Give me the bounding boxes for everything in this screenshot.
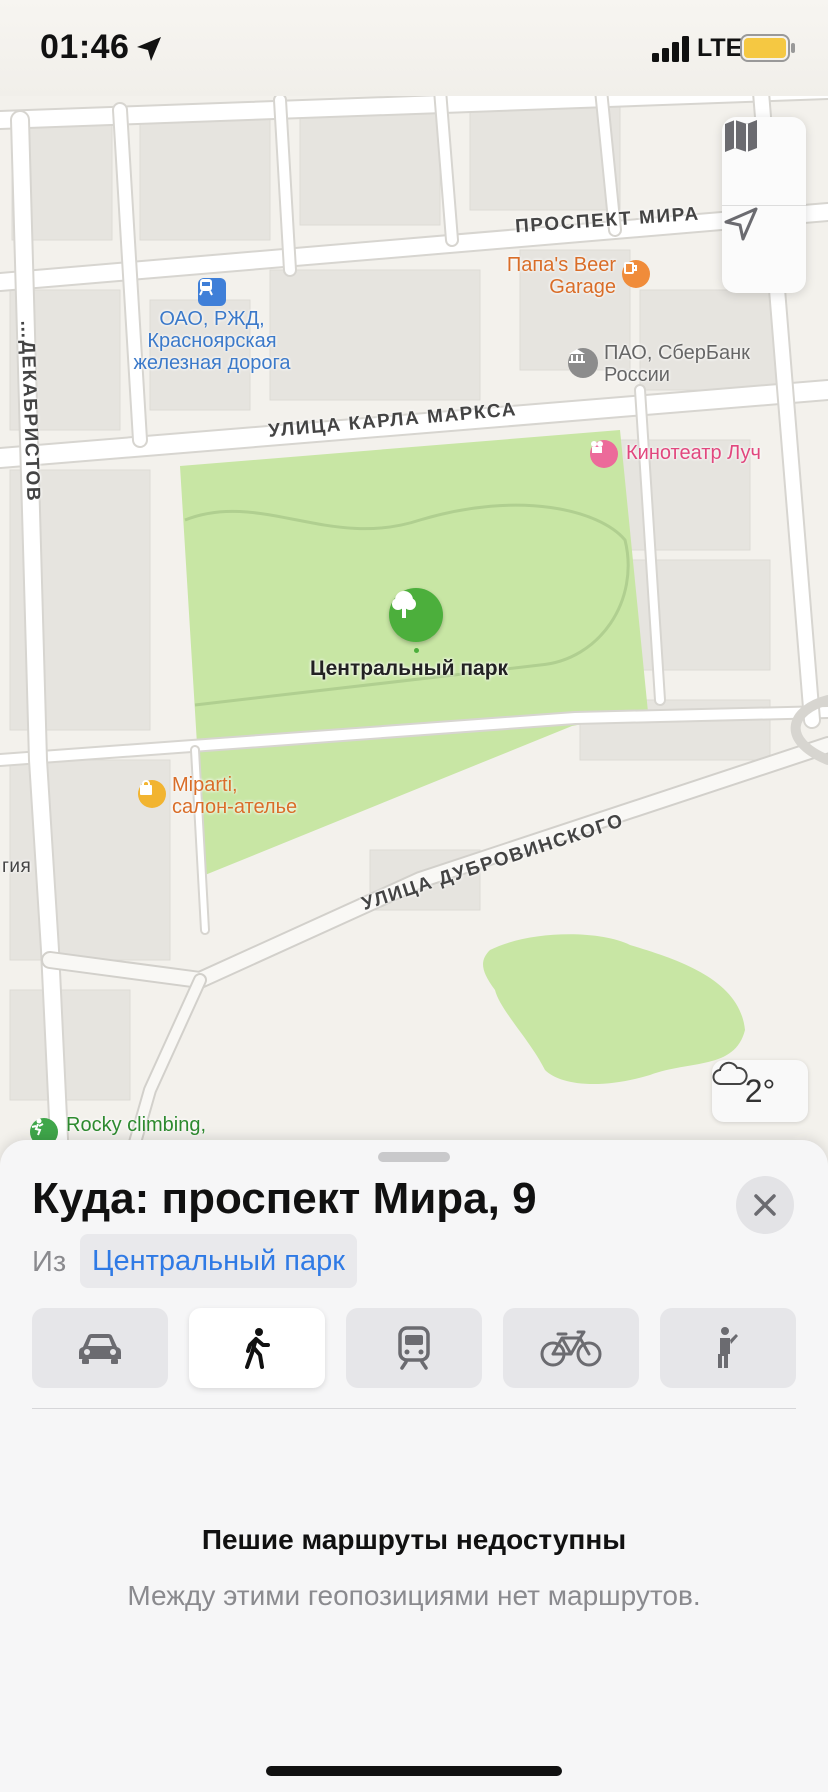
poi-sberbank-label[interactable]: ПАО, СберБанк России (604, 342, 750, 386)
poi-miparti-line-1: Miparti, (172, 774, 238, 796)
directions-sheet[interactable]: Куда: проспект Мира, 9 Из Центральный па… (0, 1140, 828, 1792)
street-label-partial: гия (2, 856, 32, 877)
network-type: LTE (697, 34, 743, 62)
rideshare-icon (718, 1327, 738, 1368)
train-icon (398, 1326, 430, 1370)
no-routes-title: Пешие маршруты недоступны (201, 1524, 627, 1555)
poi-rocky-label[interactable]: Rocky climbing, (66, 1114, 206, 1136)
poi-rzd-label[interactable]: ОАО, РЖД, Красноярская железная дорога (124, 308, 300, 374)
status-bar: 01:46 LTE (0, 0, 828, 96)
poi-cinema-label[interactable]: Кинотеатр Луч (626, 442, 761, 464)
mode-cycle-button[interactable] (503, 1308, 639, 1388)
poi-sberbank-line-2: России (604, 364, 670, 386)
battery-icon (740, 34, 795, 62)
close-button[interactable] (736, 1176, 794, 1234)
poi-papas-beer-line-2: Garage (549, 276, 616, 298)
poi-miparti-label[interactable]: Miparti, салон-ателье (172, 774, 297, 818)
poi-miparti-line-2: салон-ателье (172, 796, 298, 818)
destination-title: Куда: проспект Мира, 9 (32, 1174, 537, 1223)
map-view[interactable]: ПРОСПЕКТ МИРА УЛИЦА КАРЛА МАРКСА УЛИЦА Д… (0, 0, 828, 1160)
poi-rzd-line-2: Красноярская (147, 330, 277, 352)
map-controls (722, 117, 806, 293)
current-location-button[interactable] (722, 205, 806, 293)
home-indicator[interactable] (266, 1766, 562, 1776)
sheet-grabber[interactable] (378, 1152, 450, 1162)
shopping-bag-icon[interactable] (138, 780, 166, 808)
from-label: Из (32, 1246, 67, 1278)
sheet-divider (32, 1408, 796, 1409)
mode-transit-button[interactable] (346, 1308, 482, 1388)
cloud-icon (712, 1061, 748, 1085)
bicycle-icon (540, 1330, 602, 1367)
cellular-signal-icon (652, 36, 689, 62)
poi-park-label[interactable]: Центральный парк (310, 658, 508, 680)
status-time: 01:46 (40, 28, 130, 66)
car-icon (79, 1334, 121, 1364)
weather-badge[interactable]: 2° (712, 1060, 808, 1122)
no-routes-subtitle: Между этими геопозициями нет маршрутов. (127, 1580, 701, 1611)
mode-ride-button[interactable] (660, 1308, 796, 1388)
poi-papas-beer-line-1: Папа's Beer (506, 254, 616, 276)
train-station-icon[interactable] (198, 278, 226, 306)
map-icon (725, 120, 757, 152)
weather-temperature: 2° (744, 1072, 776, 1109)
map-mode-button[interactable] (722, 117, 806, 205)
beer-mug-icon[interactable] (622, 260, 650, 288)
close-icon (754, 1194, 776, 1216)
cinema-icon[interactable] (590, 440, 618, 468)
poi-papas-beer-label[interactable]: Папа's Beer Garage (494, 254, 616, 298)
mode-drive-button[interactable] (32, 1308, 168, 1388)
origin-button[interactable]: Центральный парк (80, 1234, 357, 1288)
poi-sberbank-line-1: ПАО, СберБанк (604, 342, 750, 364)
location-arrow-icon (724, 207, 758, 241)
map-canvas (0, 0, 828, 1160)
walking-icon (245, 1328, 270, 1369)
bank-icon[interactable] (568, 348, 598, 378)
transport-modes (32, 1308, 796, 1388)
location-services-icon (137, 37, 161, 61)
mode-walk-button[interactable] (189, 1308, 325, 1388)
park-tree-icon[interactable] (389, 588, 443, 642)
poi-rzd-line-1: ОАО, РЖД, (159, 308, 265, 330)
poi-rzd-line-3: железная дорога (133, 352, 291, 374)
park-pin-dot (414, 648, 419, 653)
